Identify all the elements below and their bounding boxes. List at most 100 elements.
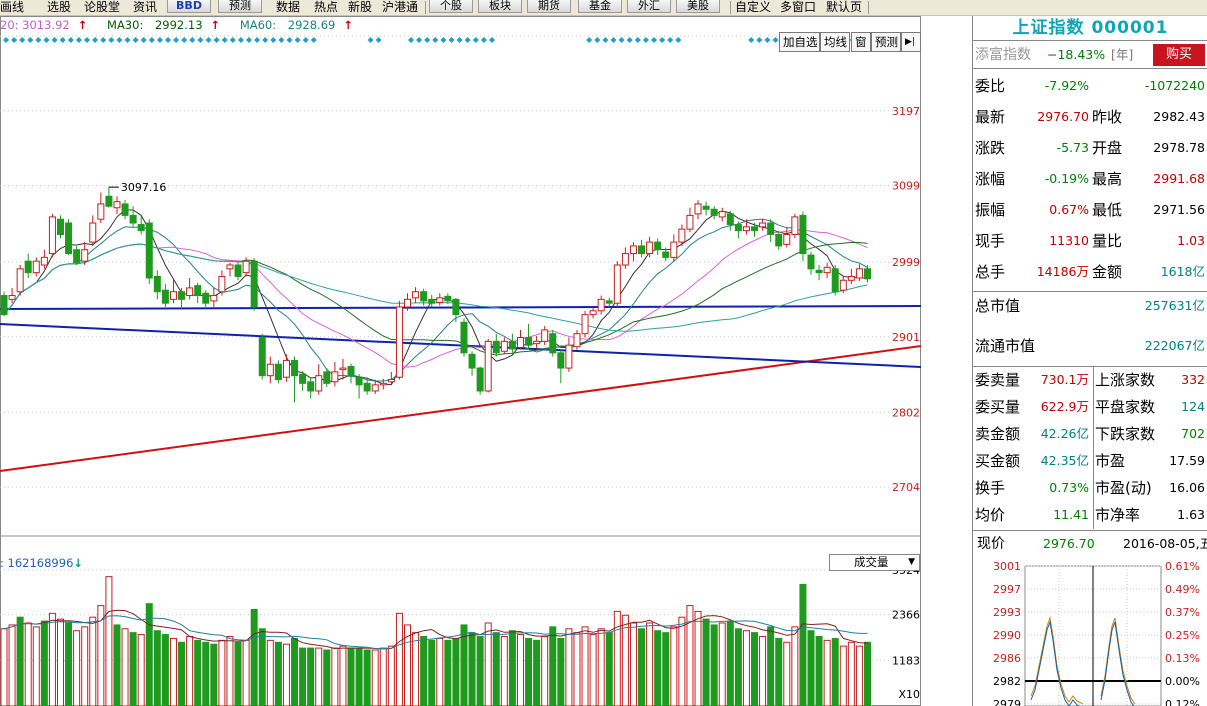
quote-value: 2976.70	[1037, 109, 1089, 124]
volume-bar	[56, 618, 64, 706]
avg-line-button[interactable]: 均线	[820, 32, 850, 52]
candle-body	[452, 298, 460, 316]
indicator-select[interactable]: 成交量 ▼	[829, 554, 920, 571]
bbd-marker	[424, 37, 431, 43]
stat-label: 均价	[975, 506, 1006, 524]
menu-item-hk-connect[interactable]: 沪港通	[382, 0, 418, 15]
fortune-index-value: −18.43%	[1047, 47, 1106, 62]
price-tick-label: 3197	[892, 105, 920, 118]
tab-bbd[interactable]: BBD	[167, 0, 211, 13]
volume-bar	[533, 639, 541, 706]
bbd-marker	[213, 37, 220, 43]
candle-body	[274, 363, 282, 381]
window-button[interactable]: 窗	[851, 32, 871, 52]
volume-bar	[315, 647, 323, 706]
expand-panel-icon[interactable]: ▶|	[901, 32, 921, 52]
candle-body	[573, 333, 581, 348]
ma60-legend: MA60: 2928.69 ↑	[239, 18, 353, 32]
tab-funds[interactable]: 基金	[578, 0, 622, 13]
menu-item-ipo[interactable]: 新股	[348, 0, 372, 15]
volume-bar	[839, 645, 847, 706]
volume-bar	[621, 614, 629, 706]
volume-bar	[694, 610, 702, 706]
buy-button[interactable]: 购买	[1153, 44, 1205, 66]
volume-bar	[855, 645, 863, 706]
volume-bar	[274, 641, 282, 706]
intraday-mini-chart[interactable]: 3001 0.61% 2997 0.49% 2993 0.37% 2990 0.25% 2986…	[973, 556, 1207, 706]
kline-chart[interactable]: 32953197309929992901280227043097.1635242…	[0, 16, 921, 706]
tab-stock[interactable]: 个股	[429, 0, 473, 13]
ma20-legend: 20: 3013.92 ↑	[0, 18, 88, 32]
bbd-marker	[11, 37, 18, 43]
volume-bar	[662, 632, 670, 706]
candle-body	[234, 264, 242, 277]
candle-body	[161, 289, 169, 304]
candle-body	[56, 218, 64, 235]
quote-label: 现手	[975, 232, 1006, 250]
volume-bar	[202, 641, 210, 706]
stat-value: 730.1万	[1040, 372, 1089, 387]
menu-item-custom[interactable]: 自定义	[735, 0, 771, 15]
ma-line	[3, 218, 868, 382]
bbd-marker	[310, 37, 317, 43]
volume-bar	[654, 630, 662, 706]
candle-body	[516, 337, 524, 348]
menu-item-multi-window[interactable]: 多窗口	[780, 0, 816, 15]
add-favorite-button[interactable]: 加自选	[779, 32, 820, 52]
volume-bar	[791, 626, 799, 706]
candle-body	[105, 195, 113, 207]
candle-body	[258, 337, 266, 377]
volume-bar	[161, 634, 169, 706]
volume-bar	[831, 637, 839, 706]
volume-bar	[807, 630, 815, 706]
bbd-marker	[448, 37, 455, 43]
candle-body	[678, 228, 686, 243]
tab-forecast[interactable]: 预测	[218, 0, 262, 13]
bbd-marker	[634, 37, 641, 43]
candle-body	[73, 249, 81, 264]
quote-label: 委比	[975, 77, 1006, 95]
candle-body	[581, 314, 589, 335]
tab-sector[interactable]: 板块	[478, 0, 522, 13]
menu-item-draw[interactable]: 画线	[0, 0, 24, 15]
candle-body	[412, 291, 420, 299]
candle-body	[226, 264, 234, 270]
candle-body	[646, 241, 654, 255]
bbd-marker	[100, 37, 107, 43]
candle-body	[371, 384, 379, 392]
menu-item-news[interactable]: 资讯	[133, 0, 157, 15]
tab-futures[interactable]: 期货	[527, 0, 571, 13]
volume-bar	[323, 649, 331, 706]
volume-bar	[815, 636, 823, 706]
volume-bar	[629, 622, 637, 706]
volume-bar	[557, 637, 565, 706]
menu-item-default-page[interactable]: 默认页	[826, 0, 862, 15]
candle-body	[670, 241, 678, 258]
menu-item-data[interactable]: 数据	[276, 0, 300, 15]
candle-body	[807, 254, 815, 270]
volume-bar	[638, 628, 646, 706]
tab-forex[interactable]: 外汇	[627, 0, 671, 13]
tab-us-stocks[interactable]: 美股	[676, 0, 720, 13]
volume-bar	[452, 637, 460, 706]
forecast-button[interactable]: 预测	[871, 32, 901, 52]
candle-body	[533, 340, 541, 345]
bbd-marker	[594, 37, 601, 43]
menu-separator	[425, 1, 426, 14]
bbd-marker	[140, 37, 147, 43]
bbd-marker	[464, 37, 471, 43]
menu-item-hot[interactable]: 热点	[314, 0, 338, 15]
volume-bar	[541, 636, 549, 706]
volume-bar	[48, 612, 56, 706]
candle-body	[395, 306, 403, 378]
menu-item-pick-stock[interactable]: 选股	[47, 0, 71, 15]
volume-bar	[565, 628, 573, 706]
candle-body	[24, 260, 32, 274]
candle-body	[137, 224, 145, 232]
menu-item-forum[interactable]: 论股堂	[84, 0, 120, 15]
candle-body	[129, 214, 137, 224]
bbd-marker	[456, 37, 463, 43]
volume-bar	[24, 622, 32, 706]
candle-body	[420, 291, 428, 302]
candle-body	[767, 222, 775, 235]
